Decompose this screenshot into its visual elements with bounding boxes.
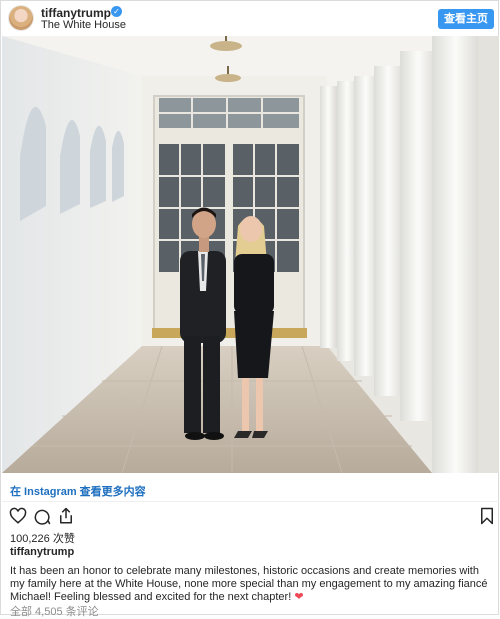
share-icon[interactable] xyxy=(57,507,77,527)
verified-badge-icon: ✓ xyxy=(111,6,122,17)
heart-outline-icon[interactable] xyxy=(9,507,29,527)
divider xyxy=(2,501,499,502)
likes-count[interactable]: 100,226 次赞 xyxy=(10,530,75,546)
bookmark-icon[interactable] xyxy=(479,507,499,527)
instagram-embed-card: tiffanytrump ✓ The White House 查看主页 在 In… xyxy=(0,0,499,618)
post-location[interactable]: The White House xyxy=(41,19,126,31)
caption-body: It has been an honor to celebrate many m… xyxy=(10,565,488,603)
avatar[interactable] xyxy=(9,6,33,30)
caption-username[interactable]: tiffanytrump xyxy=(10,546,74,558)
comment-icon[interactable] xyxy=(33,507,53,527)
post-username[interactable]: tiffanytrump xyxy=(41,6,111,20)
post-photo[interactable] xyxy=(2,36,499,473)
view-profile-button[interactable]: 查看主页 xyxy=(438,9,494,29)
view-all-comments-link[interactable]: 全部 4,505 条评论 xyxy=(10,603,99,619)
caption-text: It has been an honor to celebrate many m… xyxy=(10,565,490,604)
open-in-instagram-link[interactable]: 在 Instagram 查看更多内容 xyxy=(10,483,146,499)
red-heart-emoji-icon: ❤ xyxy=(294,591,304,603)
post-header: tiffanytrump ✓ The White House 查看主页 xyxy=(1,1,498,35)
